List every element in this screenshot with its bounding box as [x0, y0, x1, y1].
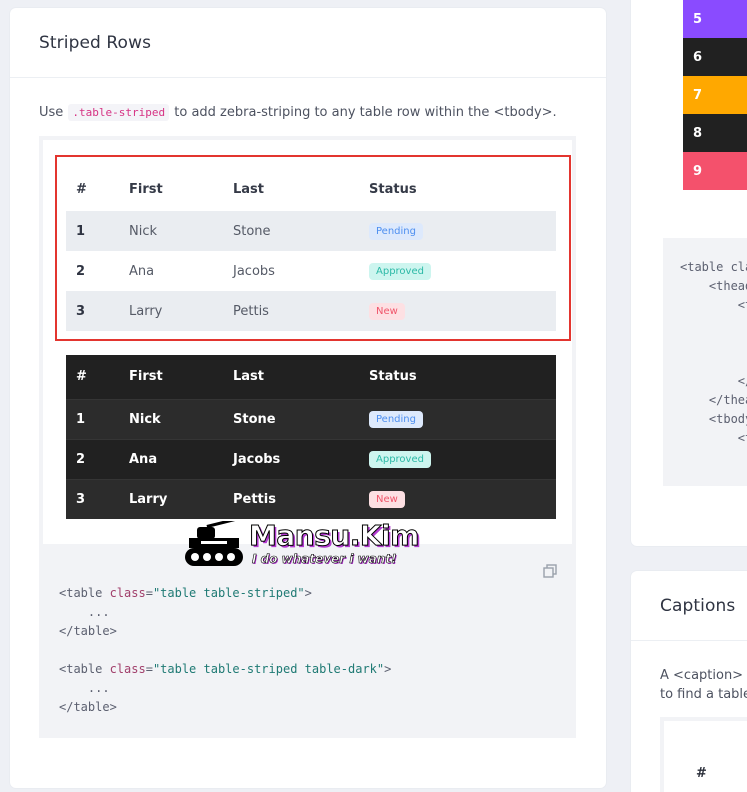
copy-icon[interactable] — [543, 564, 557, 578]
card-description: A <caption> fu — [660, 668, 747, 683]
status-badge: Pending — [369, 410, 423, 428]
cell-status: Approved — [369, 438, 556, 479]
th-num: # — [696, 766, 707, 781]
watermark-subtitle: I do whatever i want! — [252, 552, 397, 567]
cell-first: Ana — [129, 438, 233, 479]
card-title: Striped Rows — [39, 32, 152, 53]
cell-last: Pettis — [233, 478, 369, 519]
card-description: to find a table — [660, 687, 747, 702]
demo-area: # — [660, 717, 747, 792]
status-badge: Approved — [369, 450, 431, 468]
cell-last: Stone — [233, 398, 369, 439]
th-last: Last — [233, 369, 265, 385]
table-header-row: # First Last Status — [66, 355, 556, 399]
code-line: </thea — [680, 393, 747, 407]
tank-logo-icon — [185, 521, 243, 566]
table-row: 1 Nick Stone Pending — [66, 398, 556, 439]
code-snippet[interactable]: <table cla <thead <t </ </thea <tbody <t — [663, 238, 747, 486]
code-line: ... — [59, 605, 110, 619]
th-status: Status — [369, 369, 417, 385]
code-line: ... — [59, 681, 110, 695]
code-line: <table class="table table-striped"> — [59, 586, 312, 600]
cell-first: Larry — [129, 478, 233, 519]
cell-num: 1 — [66, 398, 129, 439]
color-swatch: 9 — [683, 152, 747, 190]
status-badge: New — [369, 490, 405, 508]
code-line: </table> — [59, 700, 117, 714]
watermark-title: Mansu.Kim — [249, 519, 420, 553]
captions-card: Captions A <caption> fu to find a table … — [631, 571, 747, 792]
striped-dark-table: # First Last Status 1 Nick Stone Pending… — [66, 355, 556, 519]
code-line: <thead — [680, 279, 747, 293]
demo-inner: # First Last Status 1 Nick Stone Pending… — [43, 140, 572, 544]
code-line: <table cla — [680, 260, 747, 274]
demo-inner: # — [664, 721, 747, 792]
striped-rows-card: Striped Rows Use .table-striped to add z… — [10, 8, 606, 788]
card-title: Captions — [660, 595, 736, 616]
code-line: </ — [680, 374, 747, 388]
color-swatch: 8 — [683, 114, 747, 152]
watermark: Mansu.Kim I do whatever i want! — [183, 519, 420, 571]
cell-num: 3 — [66, 478, 129, 519]
inline-code: .table-striped — [68, 104, 170, 121]
code-line: </table> — [59, 624, 117, 638]
code-snippet[interactable]: <table class="table table-striped"> ... … — [39, 548, 576, 738]
code-line: <table class="table table-striped table-… — [59, 662, 392, 676]
demo-area: # First Last Status 1 Nick Stone Pending… — [39, 136, 576, 548]
th-first: First — [129, 369, 163, 385]
color-swatch: 7 — [683, 76, 747, 114]
cell-first: Nick — [129, 398, 233, 439]
code-line: <t — [680, 298, 747, 312]
color-swatch-list: 5 6 7 8 9 — [683, 0, 747, 190]
card-header: Captions — [631, 571, 747, 641]
highlight-box — [55, 155, 571, 341]
cell-status: New — [369, 478, 556, 519]
cell-last: Jacobs — [233, 438, 369, 479]
code-line: <t — [680, 431, 747, 445]
th-num: # — [76, 369, 87, 385]
card-header: Striped Rows — [10, 8, 606, 78]
table-row: 3 Larry Pettis New — [66, 478, 556, 519]
cell-num: 2 — [66, 438, 129, 479]
color-swatch: 6 — [683, 38, 747, 76]
code-line: <tbody — [680, 412, 747, 426]
card-description: Use .table-striped to add zebra-striping… — [39, 104, 557, 121]
table-row: 2 Ana Jacobs Approved — [66, 438, 556, 479]
colors-card: 5 6 7 8 9 <table cla <thead <t </ </thea… — [631, 0, 747, 546]
cell-status: Pending — [369, 398, 556, 439]
color-swatch: 5 — [683, 0, 747, 38]
